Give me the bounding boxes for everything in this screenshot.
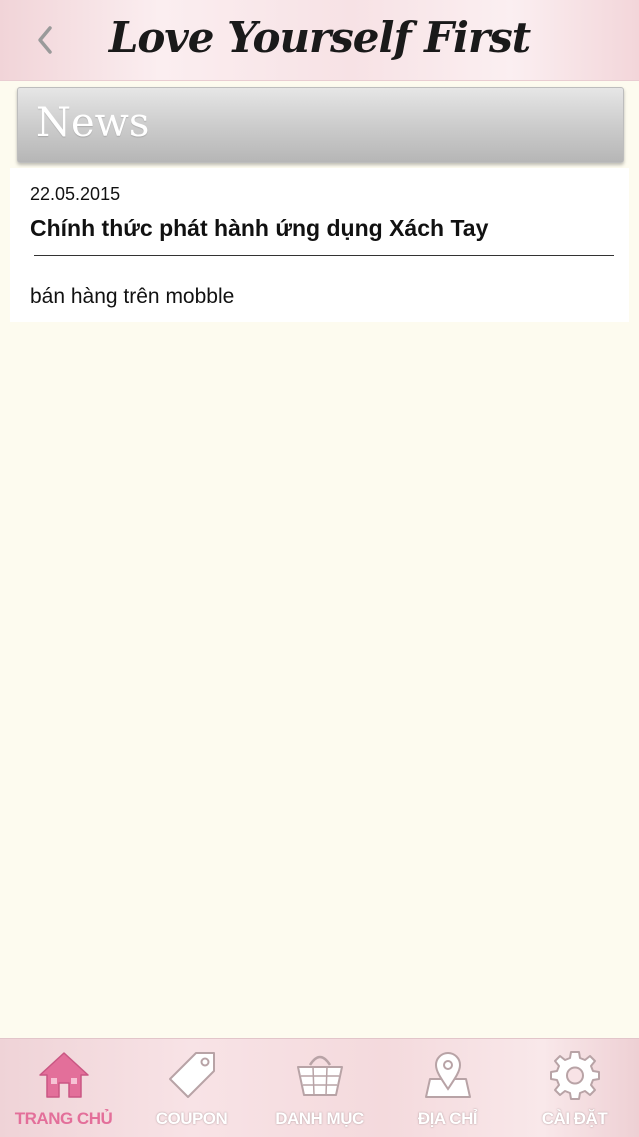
map-pin-icon — [425, 1052, 471, 1098]
tab-coupon[interactable]: COUPON — [128, 1039, 255, 1137]
tab-categories[interactable]: DANH MỤC — [256, 1039, 383, 1137]
home-icon — [39, 1052, 89, 1098]
news-item[interactable]: 22.05.2015 Chính thức phát hành ứng dụng… — [10, 168, 629, 322]
tab-address[interactable]: ĐỊA CHỈ — [384, 1039, 511, 1137]
tab-label: DANH MỤC — [275, 1109, 364, 1128]
app-title: Love Yourself First — [108, 13, 531, 62]
tab-bar: TRANG CHỦ COUPON DANH MỤC ĐỊA CHỈ CÀI ĐẶ… — [0, 1038, 639, 1137]
tab-home[interactable]: TRANG CHỦ — [0, 1039, 127, 1137]
tab-label: TRANG CHỦ — [14, 1109, 113, 1128]
tag-icon — [169, 1052, 215, 1098]
header-bar: Love Yourself First — [0, 0, 639, 81]
tab-label: COUPON — [155, 1109, 228, 1128]
section-banner: News — [17, 87, 624, 163]
section-title: News — [36, 100, 150, 146]
news-excerpt: bán hàng trên mobble — [30, 285, 235, 308]
news-date: 22.05.2015 — [30, 184, 121, 204]
divider — [34, 255, 614, 256]
tab-settings[interactable]: CÀI ĐẶT — [511, 1039, 638, 1137]
news-title: Chính thức phát hành ứng dụng Xách Tay — [30, 215, 489, 241]
gear-icon — [550, 1051, 600, 1100]
basket-icon — [297, 1055, 343, 1096]
tab-label: CÀI ĐẶT — [541, 1109, 608, 1128]
tab-label: ĐỊA CHỈ — [417, 1109, 478, 1128]
